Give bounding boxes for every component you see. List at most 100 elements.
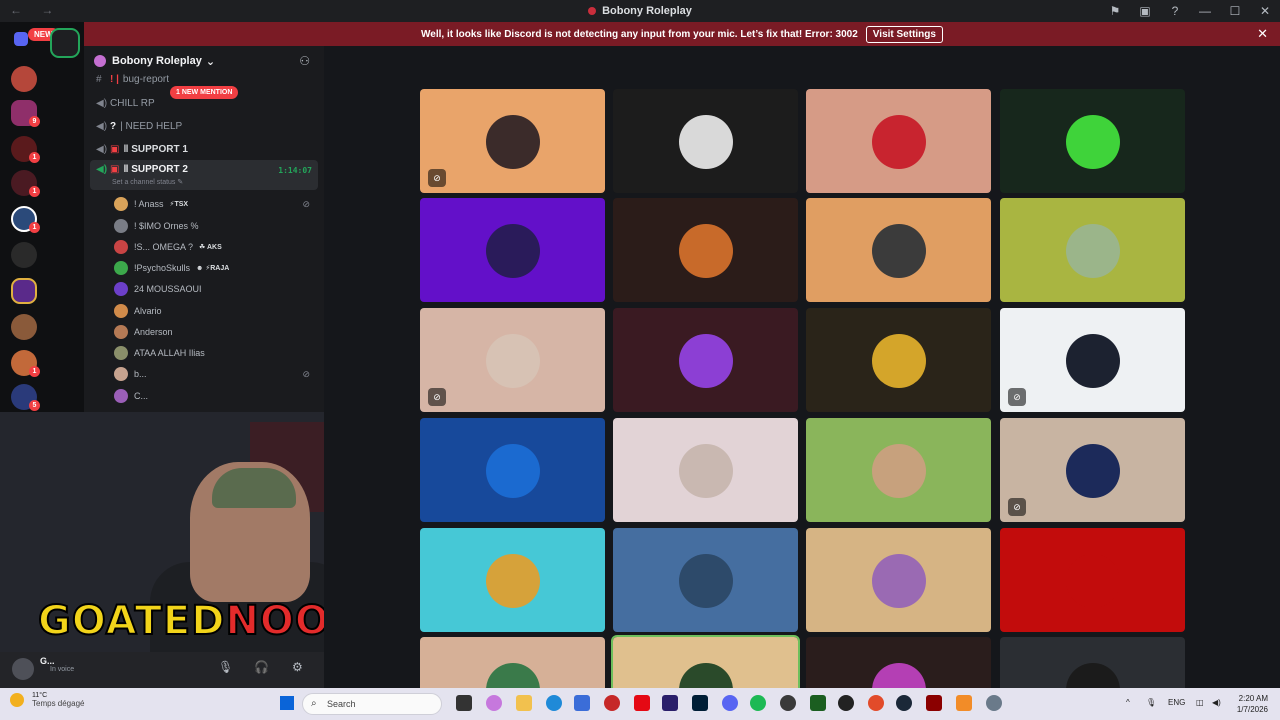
voice-member[interactable]: ! $IMO Ornes % bbox=[114, 216, 314, 236]
avatar bbox=[114, 197, 128, 211]
user-avatar[interactable] bbox=[12, 658, 34, 680]
app-icon-maroon[interactable] bbox=[926, 695, 942, 711]
banner-close-icon[interactable]: ✕ bbox=[1257, 26, 1268, 42]
participant-tile[interactable] bbox=[806, 198, 991, 302]
server-active[interactable] bbox=[50, 28, 80, 58]
participant-tile[interactable]: ⊘ bbox=[420, 89, 605, 193]
participant-tile[interactable] bbox=[420, 418, 605, 522]
premiere-icon[interactable] bbox=[662, 695, 678, 711]
settings-app-icon[interactable] bbox=[986, 695, 1002, 711]
server-icon-7[interactable] bbox=[11, 278, 37, 304]
avatar bbox=[114, 304, 128, 318]
participant-tile[interactable] bbox=[420, 198, 605, 302]
voice-member[interactable]: !S... OMEGA ? ☘ AKS bbox=[114, 237, 314, 257]
app-icon-green[interactable] bbox=[810, 695, 826, 711]
participant-tile[interactable]: ⊘ bbox=[1000, 308, 1185, 412]
headphones-icon[interactable]: 🎧 bbox=[254, 660, 269, 674]
voice-member[interactable]: Alvario bbox=[114, 301, 314, 321]
participant-tile[interactable] bbox=[806, 89, 991, 193]
channel-support-2[interactable]: ◀) ▣ ǁ SUPPORT 2 1:14:07 Set a channel s… bbox=[90, 160, 318, 190]
file-explorer-icon[interactable] bbox=[516, 695, 532, 711]
guild-icon bbox=[94, 55, 106, 67]
participant-tile[interactable] bbox=[613, 418, 798, 522]
language-indicator[interactable]: ENG bbox=[1168, 698, 1185, 707]
channel-status[interactable]: Set a channel status ✎ bbox=[112, 178, 183, 186]
streamer-cap bbox=[212, 468, 296, 508]
voice-member[interactable]: !PsychoSkulls ☻ ⚡RAJA bbox=[114, 258, 314, 278]
taskbar-search[interactable]: ⌕ Search bbox=[302, 693, 442, 715]
participant-tile[interactable] bbox=[420, 637, 605, 688]
screen-icon[interactable]: ▣ bbox=[1130, 4, 1160, 18]
settings-gear-icon[interactable]: ⚙ bbox=[292, 660, 303, 674]
app-icon-red[interactable] bbox=[604, 695, 620, 711]
microphone-icon[interactable]: 🎙 bbox=[218, 660, 233, 674]
window-controls: ⚑ ▣ ? — ☐ ✕ bbox=[1100, 0, 1280, 22]
speaker-icon: ◀) bbox=[96, 120, 108, 132]
inbox-icon[interactable]: ⚑ bbox=[1100, 4, 1130, 18]
discord-icon[interactable] bbox=[722, 695, 738, 711]
app-icon-orange[interactable] bbox=[956, 695, 972, 711]
new-mention-badge[interactable]: 1 NEW MENTION bbox=[170, 86, 239, 99]
channel-support-1[interactable]: ◀) ▣ ǁ SUPPORT 1 bbox=[90, 138, 318, 160]
user-panel: G... In voice 🎙 🎧 ⚙ bbox=[0, 652, 324, 688]
help-icon[interactable]: ? bbox=[1160, 4, 1190, 18]
participant-tile[interactable] bbox=[1000, 637, 1185, 688]
home-icon[interactable] bbox=[14, 32, 28, 46]
participant-tile[interactable] bbox=[613, 89, 798, 193]
participant-avatar bbox=[1066, 554, 1120, 608]
weather-temp: 11°C bbox=[32, 692, 48, 699]
server-icon-1[interactable] bbox=[11, 66, 37, 92]
participant-tile[interactable] bbox=[420, 528, 605, 632]
netflix-icon[interactable] bbox=[634, 695, 650, 711]
network-icon[interactable]: ◫ bbox=[1196, 698, 1204, 707]
volume-icon[interactable]: ◀) bbox=[1212, 698, 1221, 707]
store-icon[interactable] bbox=[574, 695, 590, 711]
participant-tile[interactable] bbox=[613, 198, 798, 302]
participant-tile[interactable] bbox=[1000, 89, 1185, 193]
channel-need-help[interactable]: ◀) ? | NEED HELP bbox=[90, 115, 318, 137]
visit-settings-button[interactable]: Visit Settings bbox=[865, 25, 943, 43]
photoshop-icon[interactable] bbox=[692, 695, 708, 711]
obs-icon[interactable] bbox=[838, 695, 854, 711]
voice-member[interactable]: C... bbox=[114, 386, 314, 406]
close-button[interactable]: ✕ bbox=[1250, 4, 1280, 18]
server-icon-6[interactable] bbox=[11, 242, 37, 268]
steam-icon[interactable] bbox=[896, 695, 912, 711]
avatar bbox=[114, 325, 128, 339]
invite-icon[interactable]: ⚇ bbox=[299, 54, 310, 68]
tray-mic-icon[interactable]: 🎙 bbox=[1146, 698, 1156, 707]
participant-tile[interactable] bbox=[611, 635, 800, 688]
system-clock[interactable]: 2:20 AM 1/7/2026 bbox=[1237, 693, 1268, 715]
copilot-icon[interactable] bbox=[486, 695, 502, 711]
maximize-button[interactable]: ☐ bbox=[1220, 4, 1250, 18]
minimize-button[interactable]: — bbox=[1190, 4, 1220, 18]
server-badge: 1 bbox=[29, 222, 40, 233]
app-icon-dark[interactable] bbox=[780, 695, 796, 711]
voice-member[interactable]: Anderson bbox=[114, 322, 314, 342]
voice-member[interactable]: 24 MOUSSAOUI bbox=[114, 279, 314, 299]
task-view-icon[interactable] bbox=[456, 695, 472, 711]
voice-member[interactable]: b... ⊘ bbox=[114, 364, 314, 384]
participant-tile[interactable] bbox=[806, 418, 991, 522]
voice-member[interactable]: ATAA ALLAH Ilias bbox=[114, 343, 314, 363]
participant-tile[interactable] bbox=[613, 528, 798, 632]
participant-tile[interactable] bbox=[806, 637, 991, 688]
participant-tile[interactable]: ⊘ bbox=[420, 308, 605, 412]
edge-icon[interactable] bbox=[546, 695, 562, 711]
participant-tile[interactable] bbox=[1000, 528, 1185, 632]
windows-start-icon[interactable] bbox=[280, 696, 294, 710]
channel-bug-report[interactable]: # ! | bug-report bbox=[90, 72, 318, 86]
voice-timer: 1:14:07 bbox=[278, 166, 312, 175]
tray-chevron-icon[interactable]: ^ bbox=[1126, 698, 1130, 707]
participant-tile[interactable]: ⊘ bbox=[1000, 418, 1185, 522]
participant-tile[interactable] bbox=[806, 528, 991, 632]
participant-tile[interactable] bbox=[806, 308, 991, 412]
participant-tile[interactable] bbox=[613, 308, 798, 412]
chrome-icon[interactable] bbox=[868, 695, 884, 711]
spotify-icon[interactable] bbox=[750, 695, 766, 711]
voice-member[interactable]: ! Anass ⚡TSX ⊘ bbox=[114, 194, 314, 214]
participant-tile[interactable] bbox=[1000, 198, 1185, 302]
participant-avatar bbox=[486, 554, 540, 608]
weather-widget[interactable]: 11°C Temps dégagé bbox=[10, 692, 84, 708]
server-icon-8[interactable] bbox=[11, 314, 37, 340]
